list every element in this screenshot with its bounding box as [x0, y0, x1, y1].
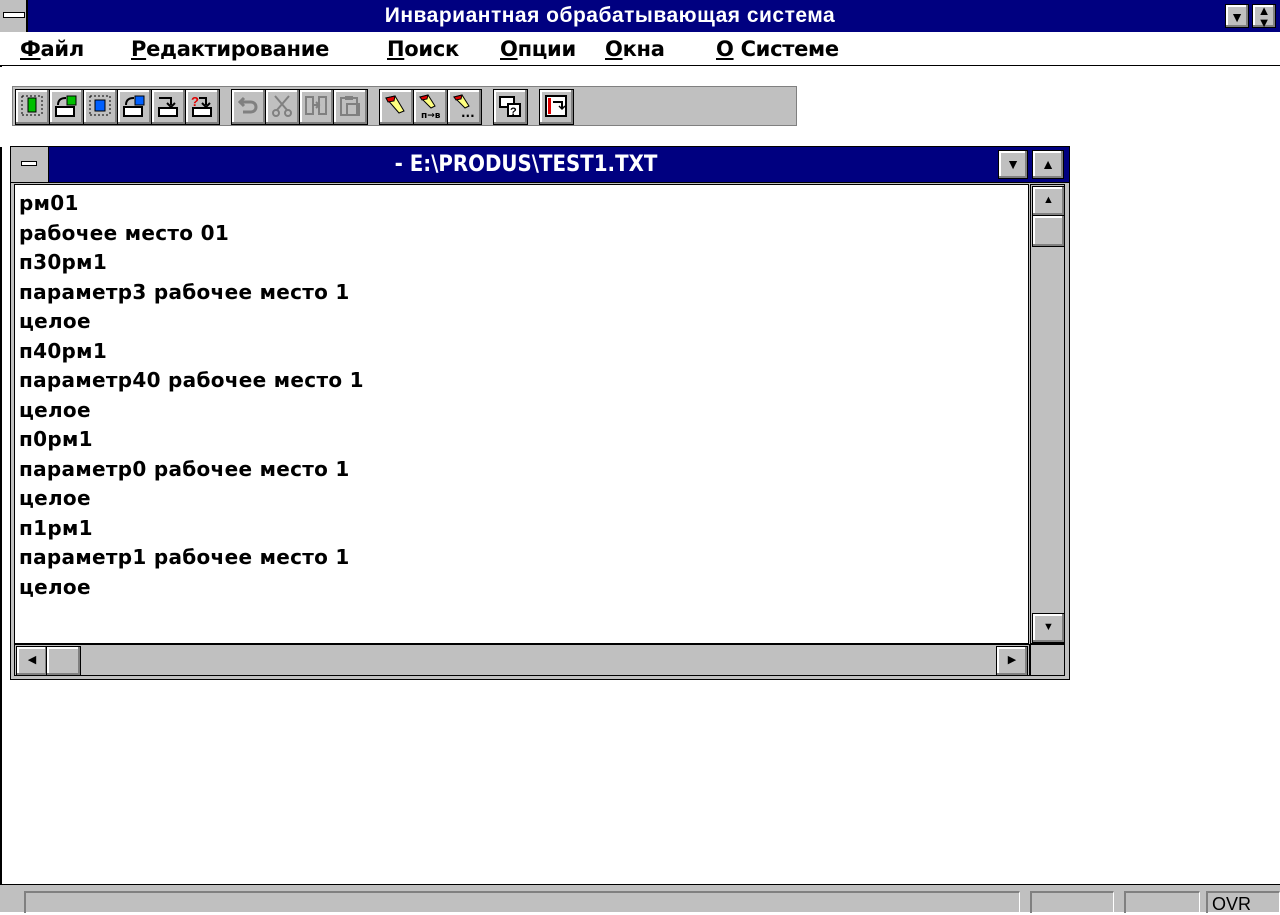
- save-button[interactable]: [151, 89, 186, 125]
- minimize-button[interactable]: ▼: [1225, 4, 1249, 28]
- app-title-bar: Инвариантная обрабатывающая система ▼ ▲ ▼: [0, 0, 1280, 32]
- scroll-down-icon: ▼: [1043, 621, 1054, 633]
- save-as-question-icon: ?: [191, 94, 212, 117]
- svg-text:п→в: п→в: [421, 111, 441, 119]
- document-minimize-button[interactable]: ▼: [998, 150, 1028, 179]
- find-button[interactable]: [379, 89, 414, 125]
- undo-icon: [237, 96, 258, 114]
- find-next-icon: ...: [453, 94, 475, 119]
- scrollbar-corner: [1030, 644, 1065, 676]
- scroll-left-icon: ◀: [27, 654, 37, 666]
- copy-icon: [305, 96, 327, 115]
- cut-button[interactable]: [265, 89, 300, 125]
- scroll-up-button[interactable]: ▲: [1032, 186, 1065, 216]
- editor-line: п1рм1: [19, 516, 93, 540]
- menu-edit[interactable]: Редактирование: [131, 32, 329, 66]
- document-maximize-icon: ▲: [1041, 156, 1055, 172]
- open-blue-icon: [123, 95, 145, 117]
- document-system-menu-button[interactable]: [11, 147, 49, 182]
- settings-button[interactable]: [539, 89, 574, 125]
- new-green-button[interactable]: [15, 89, 50, 125]
- scroll-up-icon: ▲: [1043, 194, 1054, 206]
- editor-line: параметр0 рабочее место 1: [19, 457, 350, 481]
- status-ovr-panel: OVR: [1206, 891, 1280, 914]
- editor-line: целое: [19, 309, 91, 333]
- save-arrow-icon: [158, 97, 178, 117]
- menu-search[interactable]: Поиск: [387, 32, 459, 66]
- editor-line: целое: [19, 575, 91, 599]
- vertical-scroll-thumb[interactable]: [1032, 215, 1065, 247]
- editor-line: п40рм1: [19, 339, 108, 363]
- scroll-down-button[interactable]: ▼: [1032, 613, 1065, 643]
- paste-icon: [340, 96, 360, 116]
- horizontal-scrollbar[interactable]: ◀ ▶: [14, 644, 1030, 676]
- menu-windows[interactable]: Окна: [605, 32, 665, 66]
- svg-text:?: ?: [510, 106, 517, 118]
- help-button[interactable]: ?: [493, 89, 528, 125]
- restore-button[interactable]: ▲ ▼: [1252, 3, 1276, 30]
- window-frame-left: [0, 32, 10, 884]
- editor-line: целое: [19, 398, 91, 422]
- open-green-icon: [55, 95, 77, 117]
- copy-button[interactable]: [299, 89, 334, 125]
- find-next-button[interactable]: ...: [447, 89, 482, 125]
- editor-line: параметр3 рабочее место 1: [19, 280, 350, 304]
- scroll-right-icon: ▶: [1007, 654, 1017, 666]
- document-minimize-icon: ▼: [1006, 156, 1020, 172]
- editor-line: рм01: [19, 191, 79, 215]
- paste-button[interactable]: [333, 89, 368, 125]
- scroll-left-button[interactable]: ◀: [16, 646, 48, 676]
- replace-button[interactable]: п→в: [413, 89, 448, 125]
- document-system-menu-icon: [21, 161, 37, 166]
- toolbar: ? п→в ... ?: [0, 67, 1280, 147]
- editor-line: рабочее место 01: [19, 221, 230, 245]
- scroll-right-button[interactable]: ▶: [996, 646, 1028, 676]
- undo-button[interactable]: [231, 89, 266, 125]
- editor-line: п30рм1: [19, 250, 108, 274]
- settings-icon: [545, 95, 567, 117]
- editor-line: параметр1 рабочее место 1: [19, 545, 350, 569]
- restore-icon: ▲ ▼: [1257, 3, 1271, 30]
- menu-file[interactable]: Файл: [20, 32, 84, 66]
- document-window: - E:\PRODUS\TEST1.TXT ▼ ▲ рм01 рабочее м…: [10, 146, 1070, 680]
- svg-text:...: ...: [461, 106, 475, 119]
- status-panel-2: [1124, 891, 1200, 913]
- cut-icon: [272, 95, 292, 117]
- editor-line: п0рм1: [19, 427, 93, 451]
- vertical-scrollbar[interactable]: ▲ ▼: [1030, 184, 1065, 644]
- status-panel-1: [1030, 891, 1114, 913]
- svg-text:?: ?: [191, 94, 199, 109]
- menu-bar: Файл Редактирование Поиск Опции Окна О С…: [0, 32, 1280, 66]
- new-blue-button[interactable]: [83, 89, 118, 125]
- text-editor[interactable]: рм01 рабочее место 01 п30рм1 параметр3 р…: [14, 184, 1029, 644]
- replace-icon: п→в: [419, 94, 441, 119]
- minimize-icon: ▼: [1230, 9, 1244, 25]
- help-icon: ?: [499, 96, 521, 118]
- new-blue-icon: [89, 95, 111, 116]
- open-blue-button[interactable]: [117, 89, 152, 125]
- new-green-icon: [21, 95, 43, 116]
- app-title: Инвариантная обрабатывающая система: [384, 4, 836, 27]
- save-as-button[interactable]: ?: [185, 89, 220, 125]
- document-title-bar: - E:\PRODUS\TEST1.TXT ▼ ▲: [11, 147, 1069, 183]
- status-message-panel: [24, 891, 1020, 913]
- document-maximize-button[interactable]: ▲: [1032, 150, 1064, 179]
- editor-line: целое: [19, 486, 91, 510]
- horizontal-scroll-thumb[interactable]: [46, 646, 81, 676]
- document-title: - E:\PRODUS\TEST1.TXT: [394, 152, 658, 177]
- status-bar: OVR: [0, 884, 1280, 914]
- menu-about[interactable]: О Системе: [716, 32, 839, 66]
- editor-line: параметр40 рабочее место 1: [19, 368, 364, 392]
- menu-options[interactable]: Опции: [500, 32, 576, 66]
- open-green-button[interactable]: [49, 89, 84, 125]
- find-icon: [385, 95, 405, 114]
